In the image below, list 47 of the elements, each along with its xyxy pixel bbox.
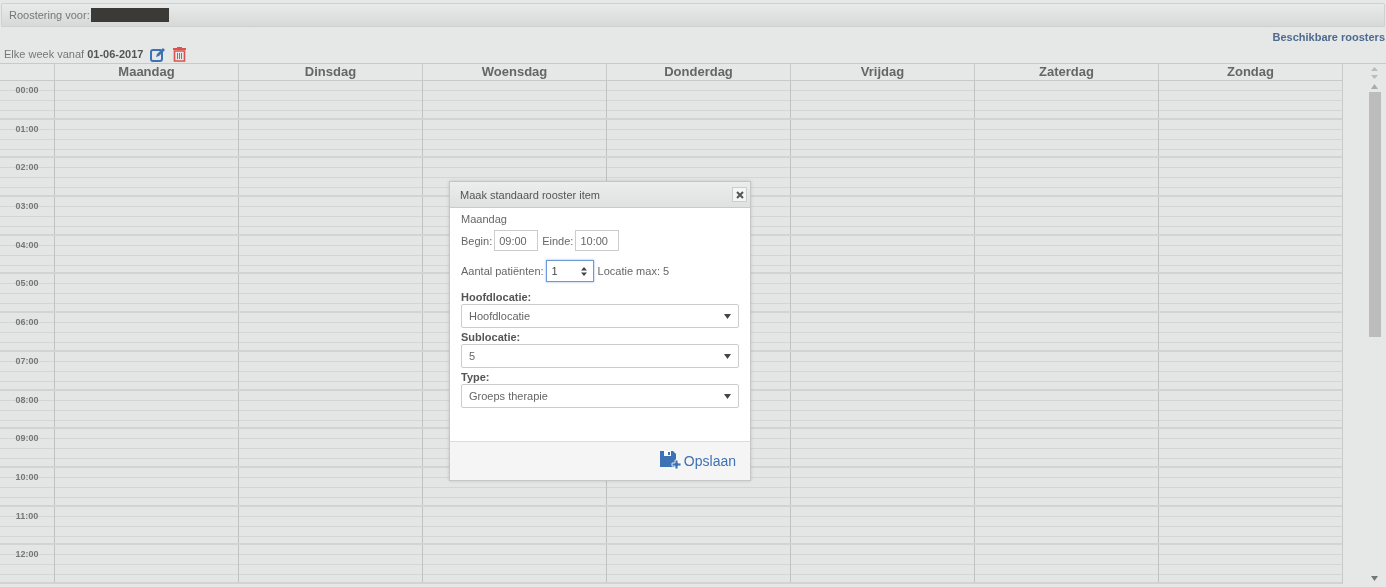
time-label: 08:00 bbox=[15, 394, 39, 405]
location-max-text: Locatie max: 5 bbox=[597, 265, 670, 277]
field-label: Begin: bbox=[461, 234, 493, 247]
dropdown[interactable]: Groeps therapie bbox=[461, 384, 739, 408]
day-header: Zondag bbox=[1158, 64, 1342, 80]
time-label: 06:00 bbox=[15, 317, 39, 328]
input-field[interactable]: 09:00 bbox=[494, 230, 539, 251]
trash-icon[interactable] bbox=[173, 46, 187, 62]
day-header: Maandag bbox=[54, 64, 238, 80]
time-label: 11:00 bbox=[15, 510, 39, 521]
time-label: 04:00 bbox=[15, 239, 39, 250]
day-header: Zaterdag bbox=[974, 64, 1158, 80]
time-label: 07:00 bbox=[15, 355, 39, 366]
scroll-up-icon[interactable] bbox=[1371, 84, 1378, 89]
caret-icon bbox=[724, 393, 731, 399]
field-label: Aantal patiënten: bbox=[461, 265, 544, 277]
dropdown[interactable]: Hoofdlocatie bbox=[461, 304, 739, 328]
time-label: 03:00 bbox=[15, 201, 39, 212]
day-header: Dinsdag bbox=[238, 64, 422, 80]
input-field[interactable]: 10:00 bbox=[575, 230, 620, 251]
time-label: 00:00 bbox=[15, 85, 39, 95]
field-label: Sublocatie: bbox=[461, 331, 522, 343]
day-label: Maandag bbox=[461, 213, 508, 225]
scroll-down-icon[interactable] bbox=[1371, 576, 1378, 581]
day-header: Donderdag bbox=[606, 64, 790, 80]
edit-icon[interactable] bbox=[150, 46, 167, 62]
dialog-title: Maak standaard rooster item bbox=[460, 188, 600, 201]
available-schedules-link[interactable]: Beschikbare roosters bbox=[1272, 31, 1385, 45]
field-label: Type: bbox=[461, 371, 491, 383]
time-label: 05:00 bbox=[15, 278, 39, 289]
dropdown[interactable]: 5 bbox=[461, 344, 739, 368]
field-label: Einde: bbox=[542, 234, 574, 247]
time-label: 01:00 bbox=[15, 123, 39, 134]
spinner-arrows-icon[interactable] bbox=[580, 266, 587, 276]
time-label: 12:00 bbox=[15, 549, 39, 560]
scrollbar[interactable] bbox=[1368, 81, 1381, 584]
time-label: 02:00 bbox=[15, 162, 39, 173]
field-label: Hoofdlocatie: bbox=[461, 291, 533, 303]
recurrence-text: Elke week vanaf 01-06-2017 bbox=[4, 48, 144, 60]
day-header: Vrijdag bbox=[790, 64, 974, 80]
day-header: Woensdag bbox=[422, 64, 606, 80]
time-label: 10:00 bbox=[15, 471, 39, 482]
floppy-plus-icon bbox=[659, 451, 682, 471]
save-button[interactable]: Opslaan bbox=[659, 451, 736, 471]
time-label: 09:00 bbox=[15, 433, 39, 444]
number-field[interactable]: 1 bbox=[545, 260, 594, 282]
panel-title: Roostering voor: bbox=[9, 9, 90, 21]
